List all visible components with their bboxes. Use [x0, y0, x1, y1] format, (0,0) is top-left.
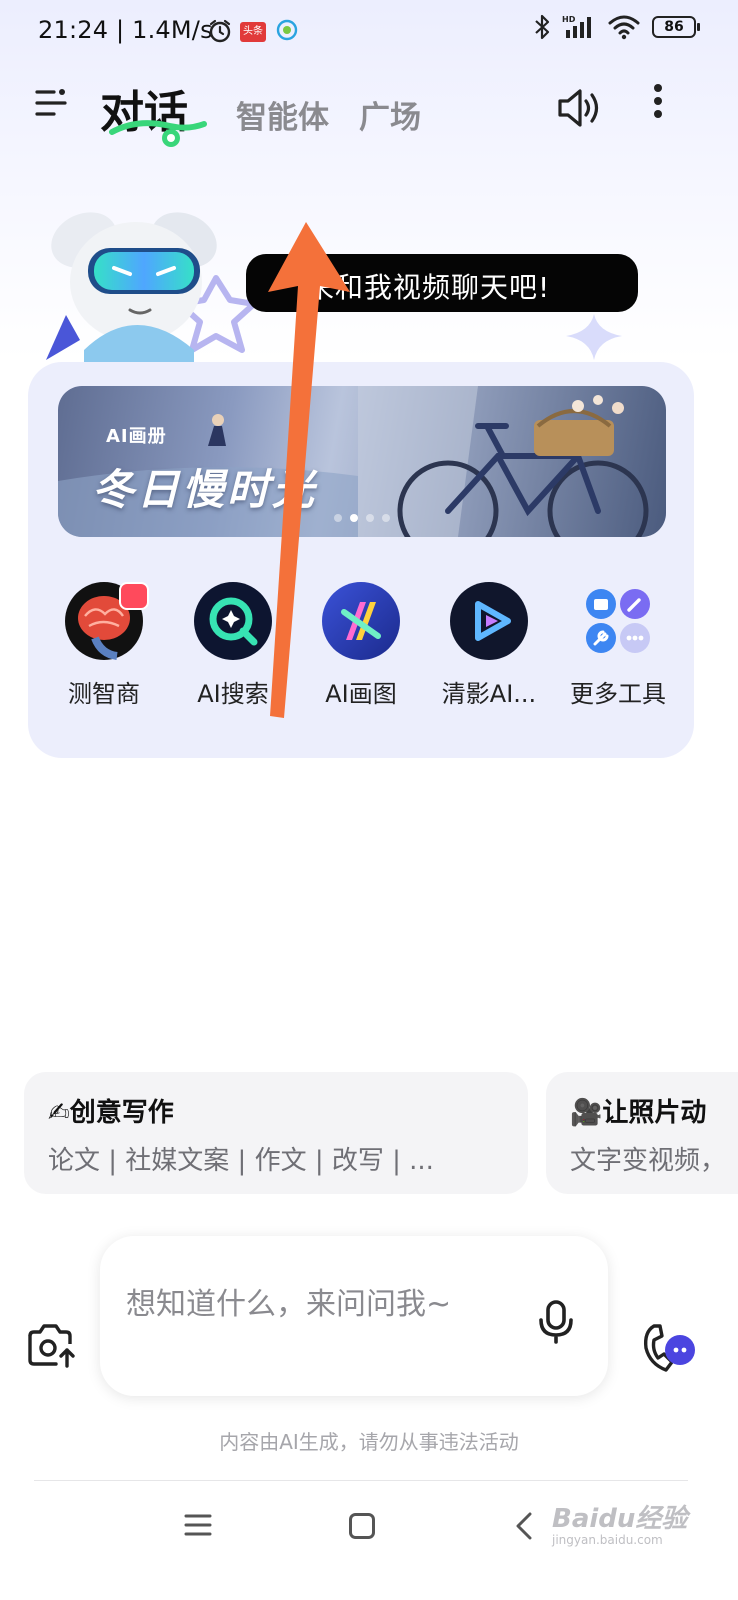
tab-square[interactable]: 广场 — [359, 92, 421, 137]
tab-agents[interactable]: 智能体 — [236, 92, 329, 137]
toutiao-app-icon: 头条 — [240, 22, 266, 42]
suggestion-title-text: 让照片动 — [602, 1098, 707, 1128]
svg-text:HD: HD — [562, 15, 576, 24]
writing-hand-icon: ✍ — [48, 1098, 70, 1128]
microphone-icon[interactable] — [536, 1300, 576, 1344]
more-tools-icon — [579, 582, 657, 660]
tool-qingying-ai[interactable]: 清影AI... — [424, 582, 554, 709]
tool-more-tools[interactable]: 更多工具 — [553, 582, 683, 709]
suggestion-title-text: 创意写作 — [69, 1098, 174, 1128]
video-camera-icon: 🎥 — [570, 1098, 603, 1128]
swipe-up-arrow-annotation — [268, 222, 350, 718]
sparkle-star-decoration — [566, 314, 622, 360]
alarm-icon — [209, 19, 231, 43]
promo-banner[interactable]: AI画册 冬日慢时光 — [58, 386, 666, 537]
app-header: 对话 智能体 广场 — [0, 66, 738, 156]
voice-call-agent-icon[interactable] — [640, 1318, 700, 1374]
banner-tag: AI画册 — [106, 426, 167, 447]
signal-icon: HD — [562, 15, 591, 38]
speaker-icon[interactable] — [556, 86, 602, 130]
tool-iq-test[interactable]: 测智商 — [39, 582, 169, 709]
more-options-icon[interactable] — [650, 84, 666, 124]
brain-icon — [65, 582, 149, 660]
pagination-dot — [382, 514, 390, 522]
status-time: 21:24 | 1.4M/s — [38, 16, 213, 44]
feature-card: AI画册 冬日慢时光 测智商 AI搜索 AI画图 清影AI... 更多工具 — [28, 362, 694, 758]
tool-label: 更多工具 — [570, 680, 666, 708]
suggestion-subtitle: 文字变视频， — [570, 1146, 727, 1176]
suggestion-subtitle: 论文 | 社媒文案 | 作文 | 改写 | ... — [48, 1146, 434, 1176]
status-bar: 21:24 | 1.4M/s 头条 HD 86 — [0, 0, 738, 66]
tool-grid: 测智商 AI搜索 AI画图 清影AI... 更多工具 — [28, 582, 694, 722]
china-mobile-icon — [276, 19, 298, 41]
active-tab-indicator — [109, 120, 207, 147]
watermark-main: Baidu经验 — [552, 1504, 688, 1534]
ai-disclaimer: 内容由AI生成，请勿从事违法活动 — [219, 1430, 519, 1454]
tool-label: 清影AI... — [441, 680, 537, 708]
baidu-jingyan-watermark: Baidu经验 jingyan.baidu.com — [552, 1498, 687, 1547]
suggestion-card-writing[interactable]: ✍创意写作 论文 | 社媒文案 | 作文 | 改写 | ... — [24, 1072, 528, 1194]
chat-input-placeholder[interactable]: 想知道什么，来问问我~ — [126, 1280, 526, 1330]
suggestion-card-photo-animate[interactable]: 🎥让照片动 文字变视频， — [546, 1072, 738, 1194]
chat-input-box[interactable]: 想知道什么，来问问我~ — [100, 1236, 608, 1396]
nav-back-icon[interactable] — [514, 1512, 534, 1540]
suggestion-title: 🎥让照片动 — [570, 1092, 706, 1129]
tool-label: 测智商 — [68, 680, 140, 708]
menu-icon[interactable] — [34, 88, 68, 118]
pagination-dot — [366, 514, 374, 522]
camera-upload-icon[interactable] — [26, 1322, 76, 1368]
wifi-icon — [608, 15, 640, 40]
bluetooth-icon — [535, 14, 550, 40]
nav-recents-icon[interactable] — [184, 1512, 212, 1538]
suggestion-title: ✍创意写作 — [48, 1092, 174, 1129]
watermark-sub: jingyan.baidu.com — [552, 1533, 663, 1547]
status-right-icons: HD 86 — [534, 14, 700, 40]
nav-home-icon[interactable] — [348, 1512, 376, 1540]
hot-badge-icon — [119, 582, 149, 610]
video-play-icon — [450, 582, 528, 660]
battery-indicator: 86 — [652, 16, 700, 38]
divider — [34, 1480, 688, 1481]
